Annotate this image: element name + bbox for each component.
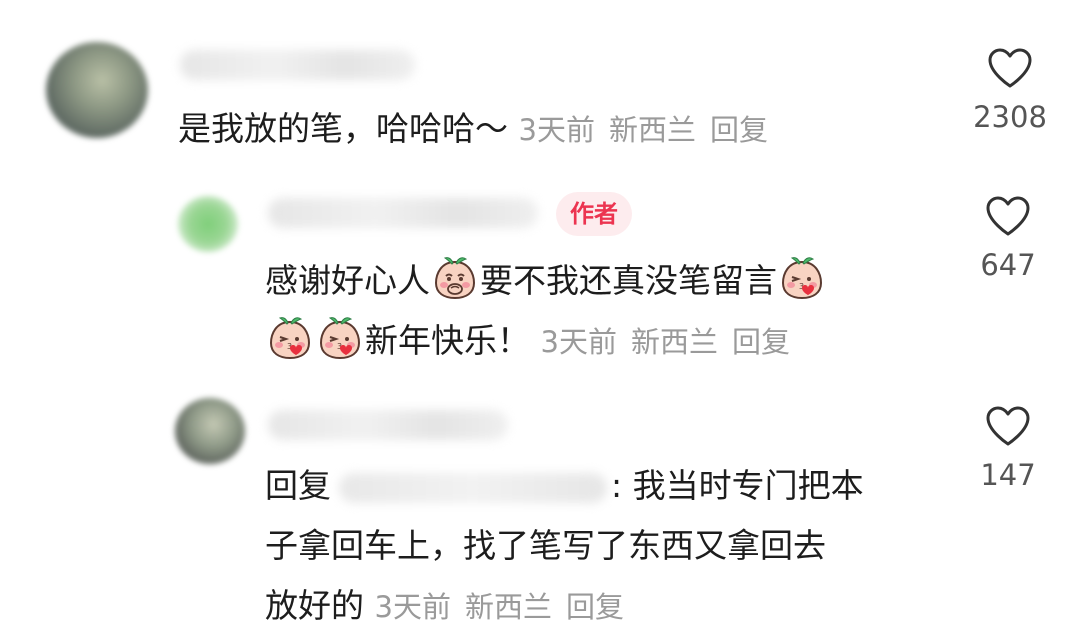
comment-time: 3天前: [374, 590, 451, 624]
avatar[interactable]: [46, 42, 148, 138]
comment-location: 新西兰: [464, 590, 552, 624]
like-button[interactable]: 647: [953, 194, 1063, 282]
like-count: 2308: [973, 100, 1047, 134]
heart-outline-icon: [984, 404, 1032, 448]
reply-button[interactable]: 回复: [566, 590, 624, 624]
comment-text[interactable]: 是我放的笔，哈哈哈～ 3天前 新西兰 回复: [178, 107, 768, 152]
comment-body: 感谢好心人: [265, 261, 430, 300]
like-button[interactable]: 147: [953, 404, 1063, 492]
comment-location: 新西兰: [630, 325, 718, 359]
comment-text-line[interactable]: 感谢好心人 要不我还真没笔留言 3: [265, 254, 827, 303]
comment-body: 要不我还真没笔留言: [480, 261, 777, 300]
comment-body: 是我放的笔，哈哈哈～: [178, 109, 508, 148]
reply-button[interactable]: 回复: [710, 113, 768, 147]
like-count: 147: [980, 458, 1036, 492]
comment-time: 3天前: [518, 113, 595, 147]
comment-text-line[interactable]: 子拿回车上，找了笔写了东西又拿回去: [265, 524, 826, 568]
heart-outline-icon: [984, 194, 1032, 238]
comment-text-line[interactable]: 3 3 新年快乐！ 3天前 新西兰 回复: [265, 314, 790, 364]
comment-body: 子拿回车上，找了笔写了东西又拿回去: [265, 526, 826, 565]
comment-location: 新西兰: [608, 113, 696, 147]
comment-meta: 3天前 新西兰 回复: [375, 590, 624, 624]
username-blurred[interactable]: [268, 410, 508, 440]
like-button[interactable]: 2308: [955, 46, 1065, 134]
comment-text-line[interactable]: 回复 : 我当时专门把本: [265, 464, 864, 508]
peach-kiss-emoji: 3: [316, 314, 364, 362]
comment-text-line[interactable]: 放好的 3天前 新西兰 回复: [265, 584, 624, 629]
replied-username-blurred[interactable]: [339, 472, 607, 503]
reply-button[interactable]: 回复: [732, 325, 790, 359]
like-count: 647: [980, 248, 1036, 282]
peach-shy-emoji: [431, 254, 479, 302]
avatar[interactable]: [178, 196, 238, 252]
comment-meta: 3天前 新西兰 回复: [541, 325, 790, 359]
peach-kiss-emoji: 3: [266, 314, 314, 362]
comment-body: : 我当时专门把本: [611, 466, 864, 505]
heart-outline-icon: [986, 46, 1034, 90]
author-badge: 作者: [556, 192, 632, 236]
username-blurred[interactable]: [268, 198, 538, 228]
comment-body: 放好的: [265, 586, 364, 625]
username-blurred[interactable]: [180, 50, 415, 80]
comment-body: 新年快乐！: [365, 321, 530, 360]
avatar[interactable]: [175, 398, 245, 464]
comment-time: 3天前: [540, 325, 617, 359]
reply-prefix: 回复: [265, 466, 331, 505]
peach-kiss-emoji: 3: [778, 254, 826, 302]
comment-meta: 3天前 新西兰 回复: [519, 113, 768, 147]
